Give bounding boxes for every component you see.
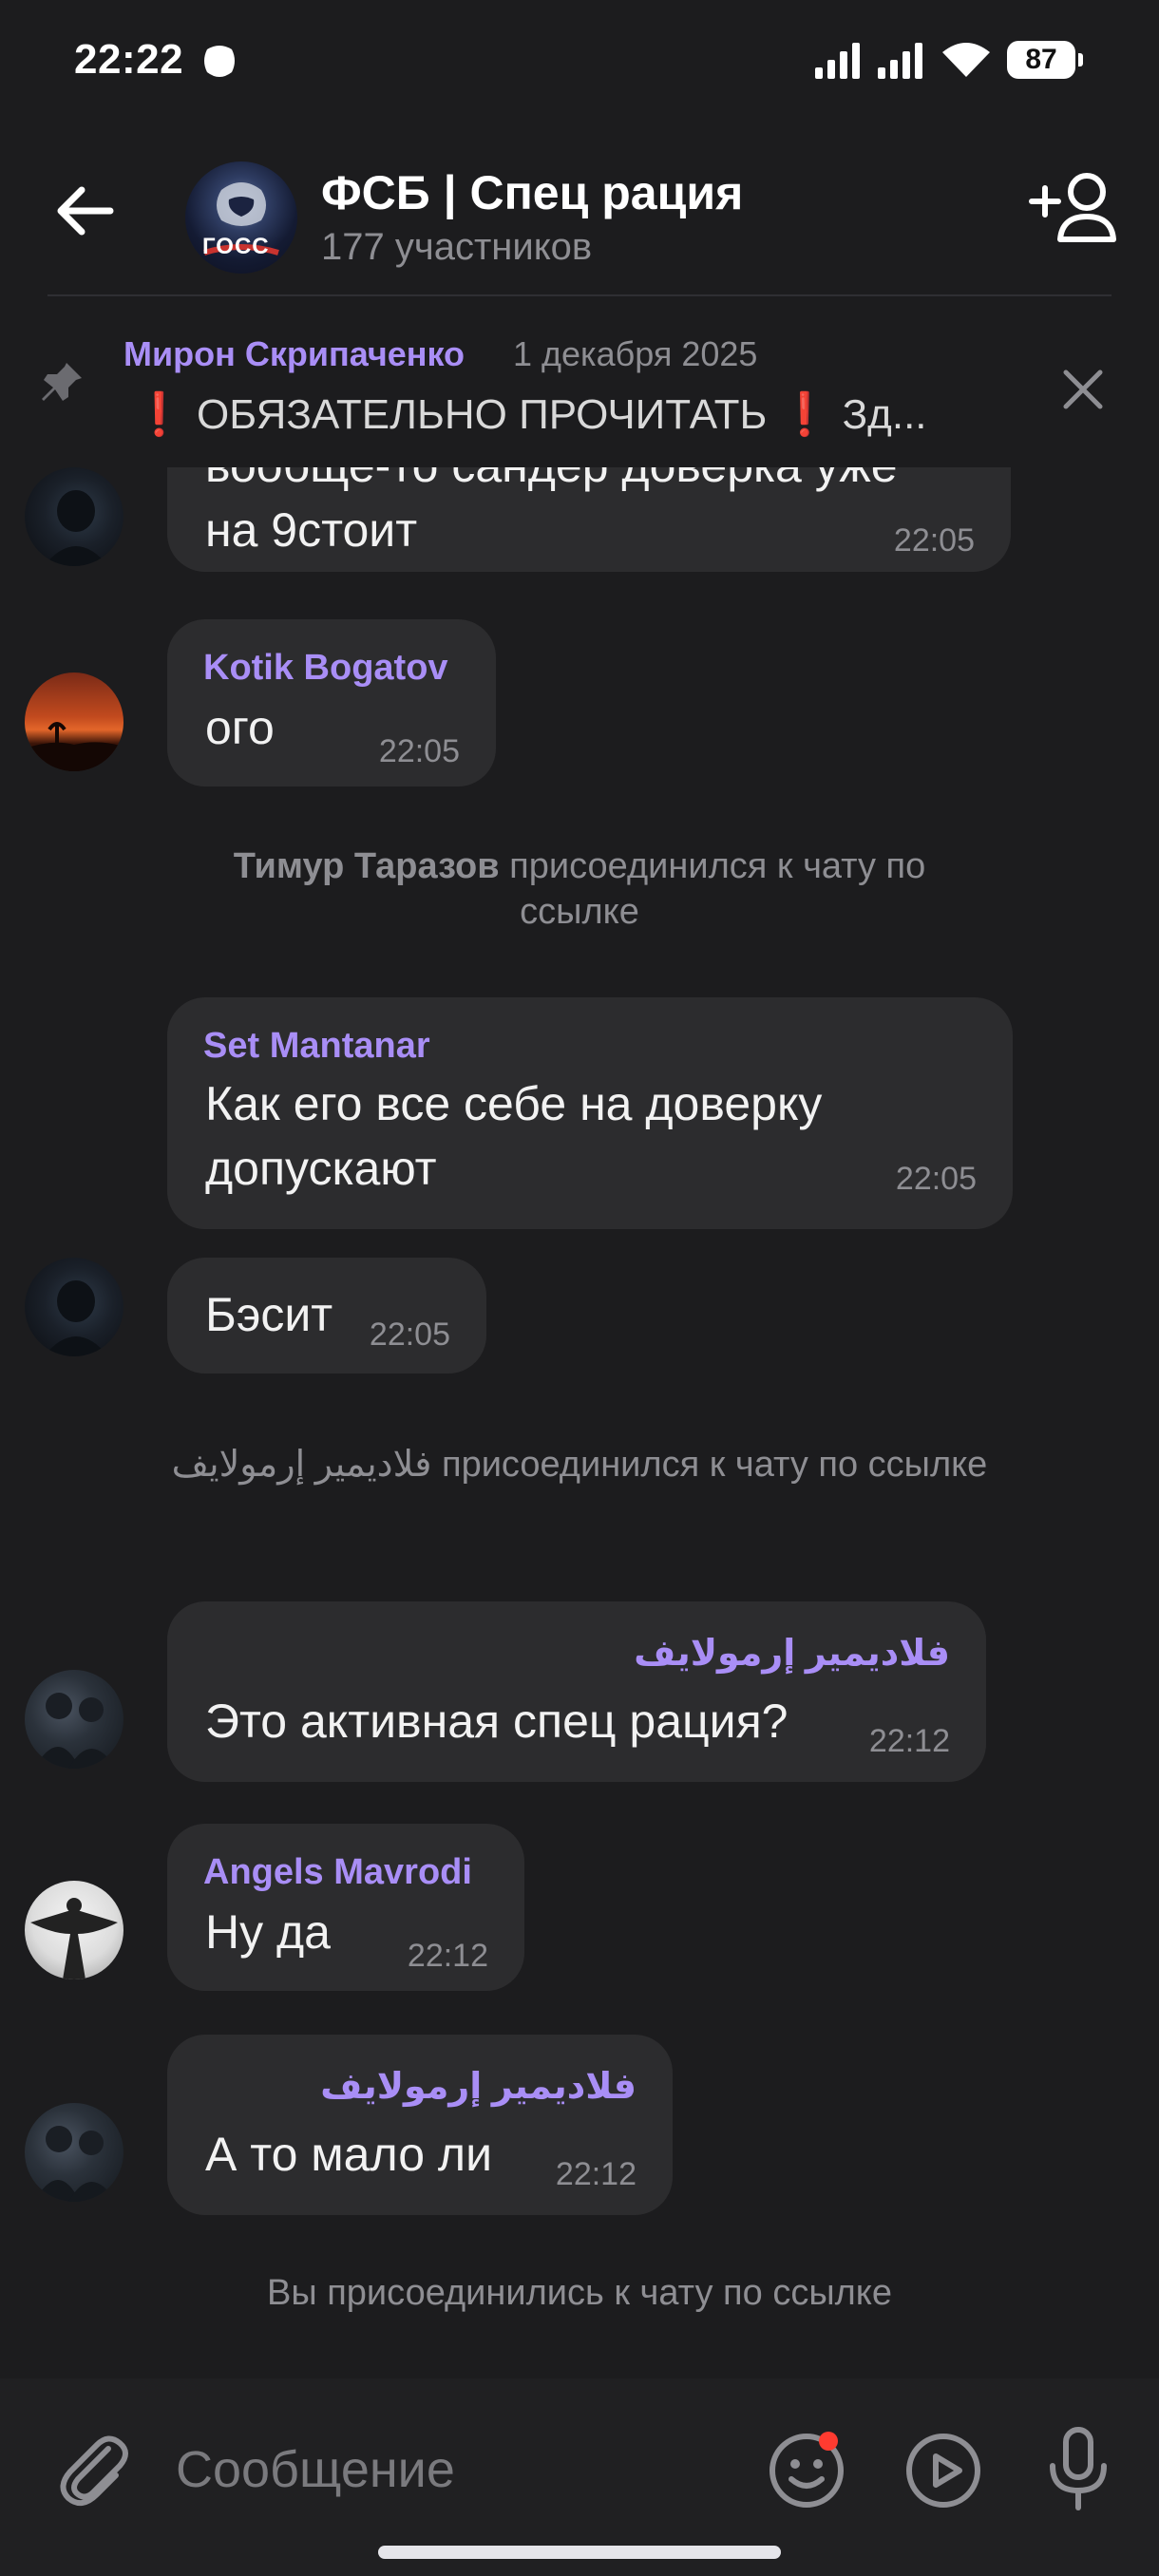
signal-icon [815,43,860,79]
pinned-date: 1 декабря 2025 [513,334,758,373]
message-time: 22:12 [407,1938,488,1974]
service-message: Тимур Таразов присоединился к чату по сс… [171,843,988,935]
pinned-message-bar[interactable]: Мирон Скрипаченко 1 декабря 2025 ❗ ОБЯЗА… [0,296,1159,467]
message-bubble[interactable]: Бэсит 22:05 [167,1258,486,1373]
status-time: 22:22 [74,36,184,83]
chat-header: ГОСС ФСБ | Спец рация 177 участников [0,123,1159,296]
status-bar: 22:22 87 [0,0,1159,123]
attach-icon[interactable] [49,2426,135,2511]
message-time: 22:12 [868,1723,950,1759]
avatar[interactable] [25,1881,124,1979]
avatar-figure-icon [44,1280,108,1356]
service-user[interactable]: Тимур Таразов [234,846,500,886]
message-text: на 9стоит [205,503,418,557]
chat-title[interactable]: ФСБ | Спец рация [321,165,743,220]
sender-name[interactable]: Set Mantanar [203,1026,430,1067]
sender-name[interactable]: فلاديمير إرمولايف [634,1632,950,1675]
avatar-people-icon [34,2126,116,2202]
signal-icon [878,43,922,79]
avatar-tree-icon [25,722,124,771]
notification-dot [819,2432,838,2451]
pinned-author: Мирон Скрипаченко [124,334,466,373]
pinned-text: ❗ ОБЯЗАТЕЛЬНО ПРОЧИТАТЬ ❗ Зд... [133,391,927,438]
avatar-angel-icon [30,1898,118,1979]
service-message: Вы присоединились к чату по ссылке [267,2273,892,2313]
message-text: допускают [205,1142,437,1195]
sender-name[interactable]: Kotik Bogatov [203,648,448,689]
message-time: 22:12 [555,2156,636,2192]
service-text: присоединился к чату по ссылке [499,846,926,932]
message-bubble[interactable]: Angels Mavrodi Ну да 22:12 [167,1824,524,1991]
avatar-figure-icon [44,490,108,566]
avatar-text: ГОСС [202,234,270,259]
member-count: 177 участников [321,226,593,268]
battery-icon: 87 [1007,41,1083,79]
avatar[interactable] [25,467,124,566]
service-message: فلاديمير إرمولايف присоединился к чату п… [171,1445,988,1485]
message-text: Ну да [205,1905,331,1959]
avatar[interactable] [25,672,124,771]
pin-icon [42,363,82,401]
message-time: 22:05 [378,733,460,769]
message-text: Это активная спец рация? [205,1695,788,1748]
message-time: 22:05 [369,1316,450,1353]
message-bubble[interactable]: فلاديمير إرمولايف Это активная спец раци… [167,1601,986,1782]
message-bubble[interactable]: вообще-то сандер доверка уже на 9стоит 2… [167,467,1011,572]
message-bubble[interactable]: Kotik Bogatov ого 22:05 [167,619,496,786]
avatar[interactable] [25,1258,124,1356]
sender-name[interactable]: Angels Mavrodi [203,1852,472,1893]
avatar[interactable] [25,2103,124,2202]
message-bubble[interactable]: Set Mantanar Как его все себе на доверку… [167,997,1013,1229]
message-time: 22:05 [895,1161,977,1197]
message-text: А то мало ли [205,2128,493,2181]
avatar-people-icon [34,1693,116,1769]
app-notification-icon [204,46,235,77]
sender-name[interactable]: فلاديمير إرمولايف [320,2065,636,2108]
home-indicator[interactable] [378,2546,781,2559]
chat-avatar[interactable]: ГОСС [185,161,297,274]
message-input[interactable] [176,2434,708,2506]
avatar[interactable] [25,1670,124,1769]
wifi-icon [942,43,990,77]
video-message-icon[interactable] [902,2430,984,2511]
microphone-icon[interactable] [1045,2426,1112,2511]
add-user-icon[interactable] [1026,163,1121,249]
message-text: Бэсит [205,1288,333,1341]
message-time: 22:05 [893,522,975,559]
status-icons: 87 [815,36,1083,84]
back-arrow-icon[interactable] [48,173,124,249]
close-icon[interactable] [1054,361,1112,418]
message-text: Как его все себе на доверку [205,1077,823,1130]
message-bubble[interactable]: فلاديمير إرمولايف А то мало ли 22:12 [167,2035,673,2215]
messages-list[interactable]: вообще-то сандер доверка уже на 9стоит 2… [0,467,1159,2378]
message-text: ого [205,701,275,754]
message-text: вообще-то сандер доверка уже [205,467,898,498]
